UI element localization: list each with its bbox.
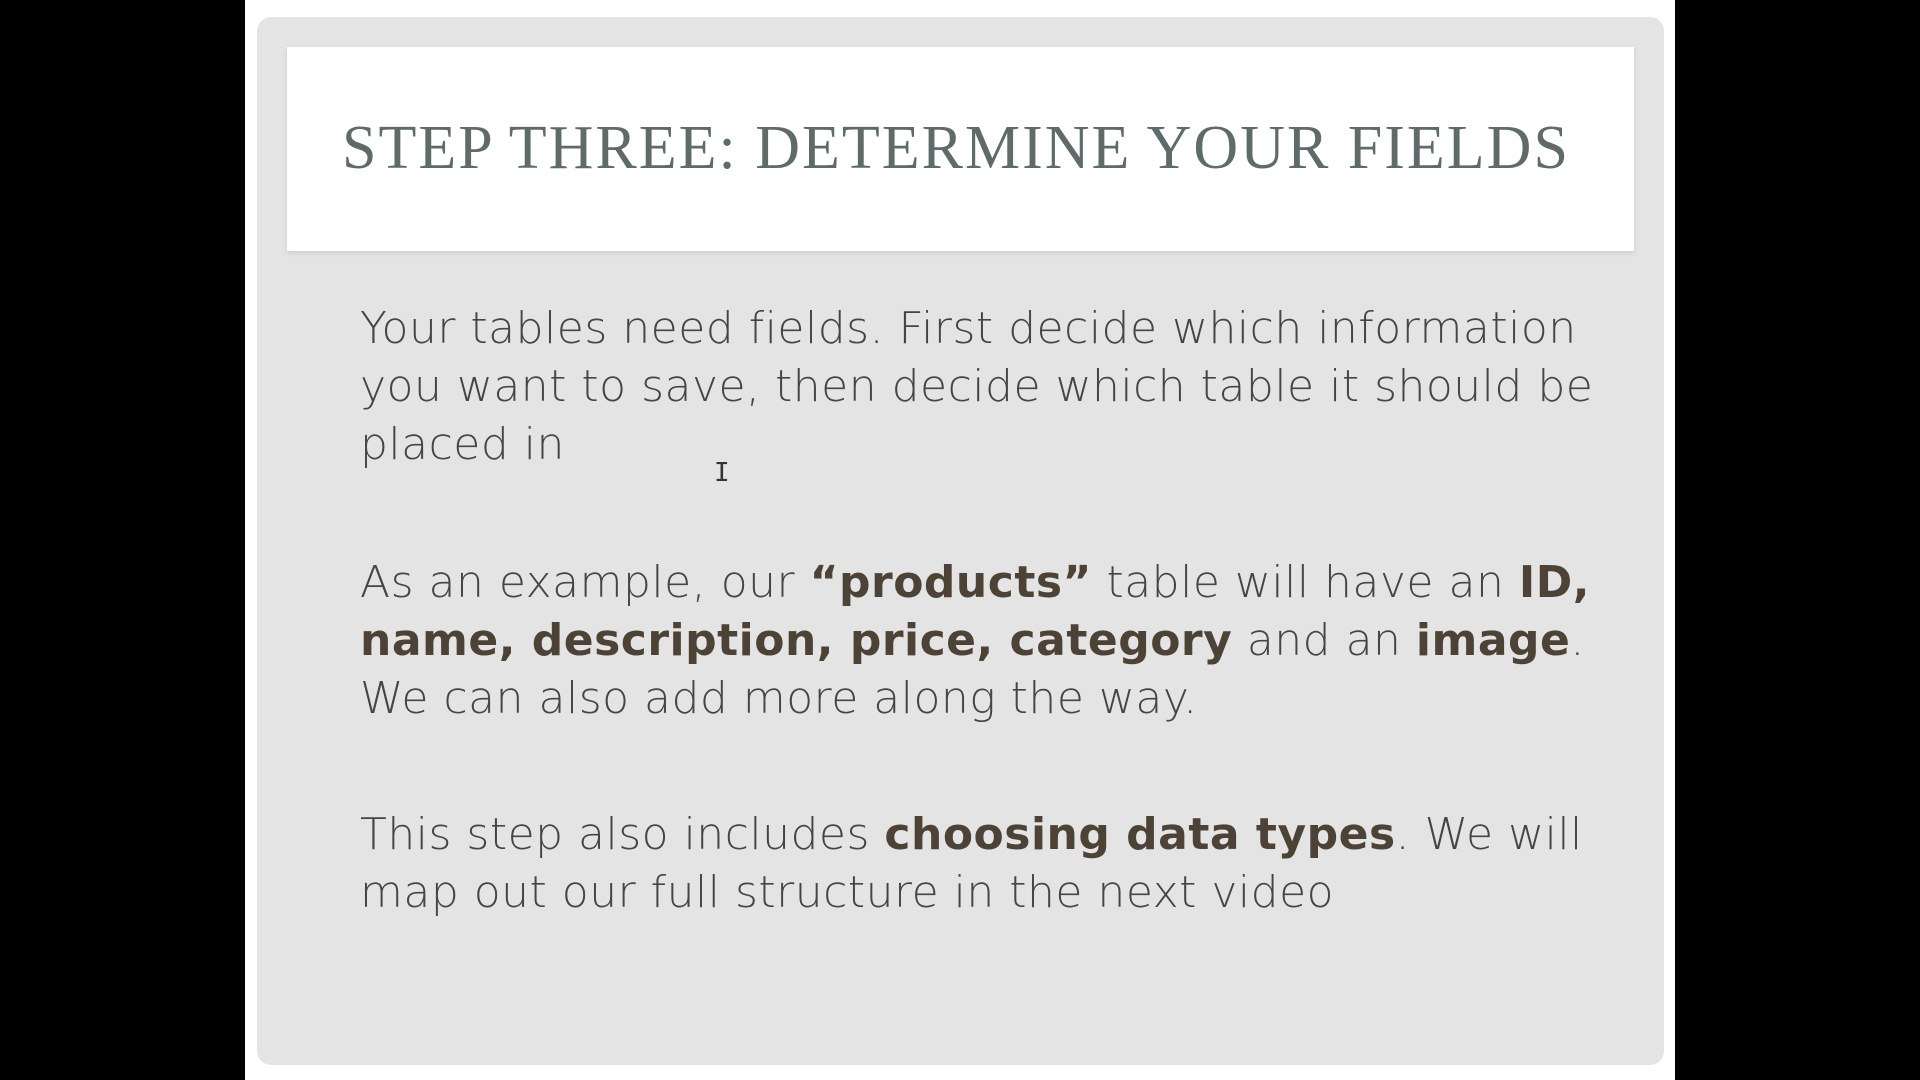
data-types-emphasis: choosing data types [884, 809, 1396, 860]
text-segment: and an [1232, 615, 1416, 666]
text-cursor-icon: I [714, 458, 730, 488]
products-table-name: “products” [809, 557, 1092, 608]
text-segment: As an example, our [360, 557, 810, 608]
paragraph-data-types: This step also includes choosing data ty… [360, 806, 1610, 922]
text-segment: table will have an [1091, 557, 1519, 608]
title-box: STEP THREE: DETERMINE YOUR FIELDS [287, 47, 1634, 251]
slide-title: STEP THREE: DETERMINE YOUR FIELDS [342, 114, 1570, 182]
paragraph-products-example: As an example, our “products” table will… [360, 554, 1610, 728]
paragraph-fields-intro: Your tables need fields. First decide wh… [360, 303, 1594, 470]
slide-panel: STEP THREE: DETERMINE YOUR FIELDS Your t… [257, 17, 1664, 1065]
text-segment: This step also includes [360, 809, 885, 860]
slide-frame: STEP THREE: DETERMINE YOUR FIELDS Your t… [245, 0, 1675, 1080]
image-field: image [1415, 615, 1571, 666]
